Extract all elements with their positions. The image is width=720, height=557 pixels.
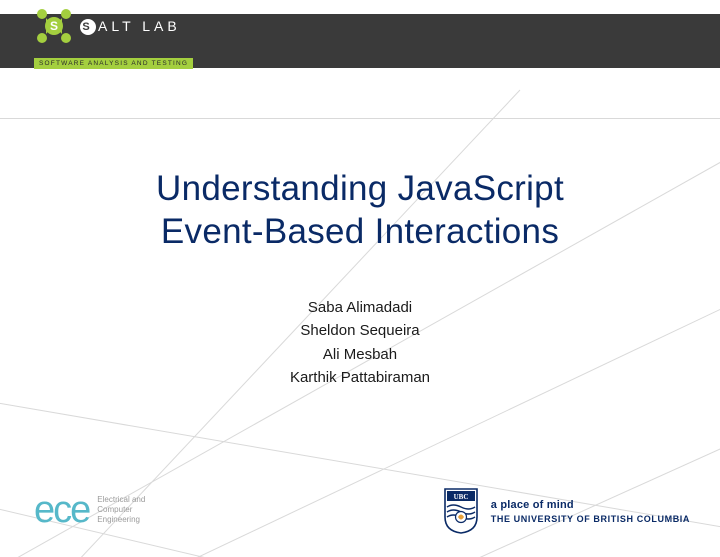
ece-sub-3: Engineering bbox=[97, 515, 145, 525]
footer: ece Electrical and Computer Engineering … bbox=[0, 467, 720, 557]
ece-sub-2: Computer bbox=[97, 505, 145, 515]
svg-text:S: S bbox=[50, 19, 58, 33]
salt-lab-tagline: SOFTWARE ANALYSIS AND TESTING bbox=[34, 58, 193, 69]
slide-title: Understanding JavaScript Event-Based Int… bbox=[0, 168, 720, 253]
ece-sub-1: Electrical and bbox=[97, 495, 145, 505]
divider bbox=[0, 118, 720, 119]
ubc-name: THE UNIVERSITY OF BRITISH COLUMBIA bbox=[491, 514, 690, 524]
author-2: Sheldon Sequeira bbox=[0, 319, 720, 342]
salt-lab-logo: S SALT LAB bbox=[34, 6, 181, 46]
ubc-crest-icon: UBC bbox=[443, 487, 479, 535]
author-list: Saba Alimadadi Sheldon Sequeira Ali Mesb… bbox=[0, 296, 720, 389]
salt-lab-mark-icon: S bbox=[34, 6, 74, 46]
title-line-1: Understanding JavaScript bbox=[0, 168, 720, 211]
ece-department: Electrical and Computer Engineering bbox=[97, 495, 145, 525]
ece-wordmark: ece bbox=[34, 491, 89, 529]
ubc-text: a place of mind THE UNIVERSITY OF BRITIS… bbox=[491, 499, 690, 524]
title-line-2: Event-Based Interactions bbox=[0, 211, 720, 254]
author-1: Saba Alimadadi bbox=[0, 296, 720, 319]
slide: S SALT LAB SOFTWARE ANALYSIS AND TESTING… bbox=[0, 0, 720, 557]
ubc-tagline: a place of mind bbox=[491, 499, 690, 511]
author-3: Ali Mesbah bbox=[0, 343, 720, 366]
ubc-logo: UBC a place of mind THE UNIVERSITY OF BR… bbox=[443, 487, 690, 535]
svg-text:UBC: UBC bbox=[453, 493, 468, 501]
author-4: Karthik Pattabiraman bbox=[0, 366, 720, 389]
ece-logo: ece Electrical and Computer Engineering bbox=[34, 491, 145, 529]
salt-lab-name-text: ALT LAB bbox=[98, 18, 181, 34]
salt-lab-name: SALT LAB bbox=[80, 18, 181, 35]
